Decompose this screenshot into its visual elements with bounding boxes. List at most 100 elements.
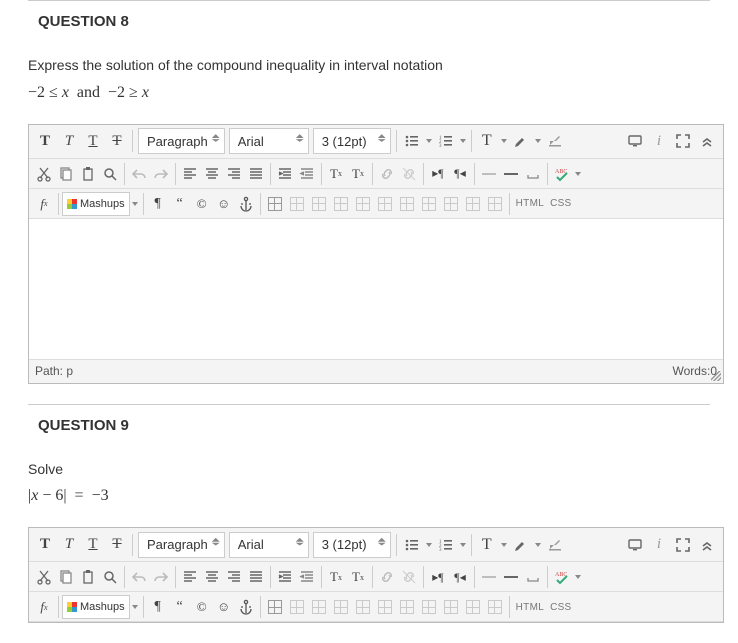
font-family-select[interactable]: Arial — [229, 128, 309, 154]
collapse-toolbar-button[interactable] — [695, 532, 719, 558]
mashups-button[interactable]: Mashups — [62, 192, 130, 216]
preview-button[interactable] — [623, 128, 647, 154]
merge-cells-button[interactable] — [462, 595, 484, 619]
table-cell-props-button[interactable] — [308, 192, 330, 216]
bullet-list-dropdown[interactable] — [424, 139, 434, 143]
indent-button[interactable] — [274, 162, 296, 186]
text-color-dropdown[interactable] — [499, 543, 509, 547]
info-icon[interactable]: i — [647, 532, 671, 558]
number-list-dropdown[interactable] — [458, 139, 468, 143]
hr-thick-icon[interactable] — [500, 565, 522, 589]
outdent-button[interactable] — [296, 565, 318, 589]
font-family-select[interactable]: Arial — [229, 532, 309, 558]
merge-cells-button[interactable] — [462, 192, 484, 216]
highlight-button[interactable] — [509, 128, 533, 154]
hr-thick-icon[interactable] — [500, 162, 522, 186]
blockquote-button[interactable]: “ — [169, 595, 191, 619]
emoji-button[interactable]: ☺ — [213, 595, 235, 619]
insert-row-above-button[interactable] — [330, 192, 352, 216]
html-button[interactable]: HTML — [513, 595, 547, 619]
align-center-button[interactable] — [201, 162, 223, 186]
font-size-select[interactable]: 3 (12pt) — [313, 128, 391, 154]
unlink-button[interactable] — [398, 162, 420, 186]
cut-button[interactable] — [33, 162, 55, 186]
unlink-button[interactable] — [398, 565, 420, 589]
css-button[interactable]: CSS — [547, 192, 574, 216]
css-button[interactable]: CSS — [547, 595, 574, 619]
highlight-dropdown[interactable] — [533, 543, 543, 547]
bullet-list-button[interactable] — [400, 128, 424, 154]
insert-col-right-button[interactable] — [418, 595, 440, 619]
insert-row-above-button[interactable] — [330, 595, 352, 619]
html-button[interactable]: HTML — [513, 192, 547, 216]
collapse-toolbar-button[interactable] — [695, 128, 719, 154]
resize-grip-icon[interactable] — [711, 371, 721, 381]
hr-thin-icon[interactable] — [478, 162, 500, 186]
clear-format-button[interactable] — [543, 532, 567, 558]
italic-button[interactable]: T — [57, 532, 81, 558]
insert-col-left-button[interactable] — [396, 192, 418, 216]
highlight-button[interactable] — [509, 532, 533, 558]
font-size-select[interactable]: 3 (12pt) — [313, 532, 391, 558]
mashups-button[interactable]: Mashups — [62, 595, 130, 619]
delete-row-button[interactable] — [374, 595, 396, 619]
spellcheck-button[interactable]: ABC — [551, 162, 573, 186]
nbsp-icon[interactable] — [522, 565, 544, 589]
subscript-button[interactable]: Tx — [347, 565, 369, 589]
insert-row-below-button[interactable] — [352, 192, 374, 216]
align-right-button[interactable] — [223, 565, 245, 589]
split-cells-button[interactable] — [484, 595, 506, 619]
align-right-button[interactable] — [223, 162, 245, 186]
show-pilcrow-button[interactable]: ¶ — [147, 595, 169, 619]
superscript-button[interactable]: Tx — [325, 565, 347, 589]
align-left-button[interactable] — [179, 162, 201, 186]
align-justify-button[interactable] — [245, 565, 267, 589]
show-pilcrow-button[interactable]: ¶ — [147, 192, 169, 216]
number-list-dropdown[interactable] — [458, 543, 468, 547]
text-color-button[interactable]: T — [475, 532, 499, 558]
highlight-dropdown[interactable] — [533, 139, 543, 143]
copy-button[interactable] — [55, 565, 77, 589]
blockquote-button[interactable]: “ — [169, 192, 191, 216]
cut-button[interactable] — [33, 565, 55, 589]
copy-button[interactable] — [55, 162, 77, 186]
superscript-button[interactable]: Tx — [325, 162, 347, 186]
text-color-dropdown[interactable] — [499, 139, 509, 143]
delete-col-button[interactable] — [440, 595, 462, 619]
outdent-button[interactable] — [296, 162, 318, 186]
text-color-button[interactable]: T — [475, 128, 499, 154]
nbsp-icon[interactable] — [522, 162, 544, 186]
formula-button[interactable]: fx — [33, 192, 55, 216]
strike-button[interactable]: T — [105, 128, 129, 154]
align-left-button[interactable] — [179, 565, 201, 589]
underline-button[interactable]: T — [81, 128, 105, 154]
find-button[interactable] — [99, 565, 121, 589]
paste-button[interactable] — [77, 565, 99, 589]
paragraph-select[interactable]: Paragraph — [138, 128, 225, 154]
redo-button[interactable] — [150, 162, 172, 186]
align-center-button[interactable] — [201, 565, 223, 589]
hr-thin-icon[interactable] — [478, 565, 500, 589]
undo-button[interactable] — [128, 565, 150, 589]
align-justify-button[interactable] — [245, 162, 267, 186]
clear-format-button[interactable] — [543, 128, 567, 154]
table-row-props-button[interactable] — [286, 192, 308, 216]
paste-button[interactable] — [77, 162, 99, 186]
symbol-copyright-button[interactable]: © — [191, 595, 213, 619]
insert-row-below-button[interactable] — [352, 595, 374, 619]
mashups-dropdown[interactable] — [130, 202, 140, 206]
insert-table-button[interactable] — [264, 595, 286, 619]
preview-button[interactable] — [623, 532, 647, 558]
redo-button[interactable] — [150, 565, 172, 589]
formula-button[interactable]: fx — [33, 595, 55, 619]
strike-button[interactable]: T — [105, 532, 129, 558]
bullet-list-dropdown[interactable] — [424, 543, 434, 547]
rtl-button[interactable]: ¶◂ — [449, 565, 471, 589]
bullet-list-button[interactable] — [400, 532, 424, 558]
bold-button[interactable]: T — [33, 532, 57, 558]
undo-button[interactable] — [128, 162, 150, 186]
mashups-dropdown[interactable] — [130, 605, 140, 609]
number-list-button[interactable]: 123 — [434, 128, 458, 154]
insert-table-button[interactable] — [264, 192, 286, 216]
emoji-button[interactable]: ☺ — [213, 192, 235, 216]
